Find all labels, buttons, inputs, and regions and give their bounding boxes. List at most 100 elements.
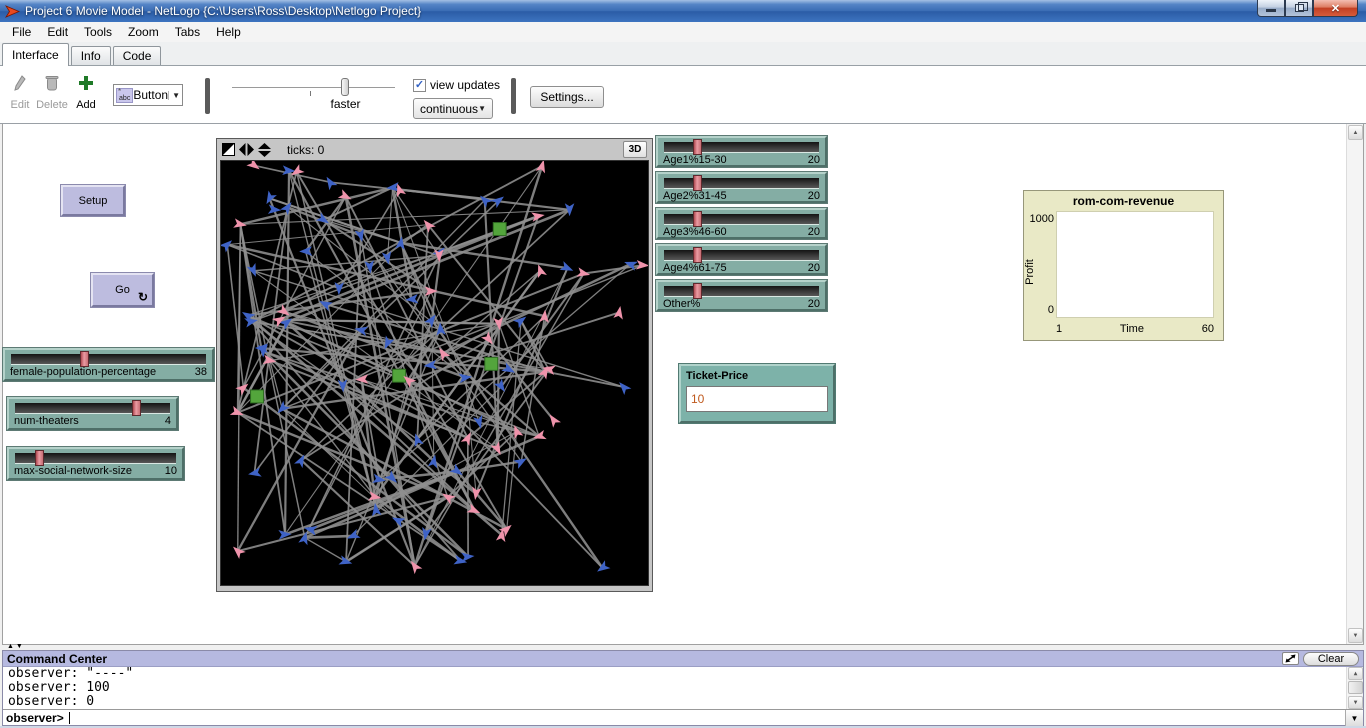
add-tool[interactable]: Add xyxy=(66,74,106,111)
slider-track[interactable] xyxy=(15,453,176,464)
main-vertical-scrollbar[interactable]: ▲ ▼ xyxy=(1346,124,1363,644)
tab-info[interactable]: Info xyxy=(71,46,111,65)
menu-tools[interactable]: Tools xyxy=(76,23,120,41)
slider-age4-61-75[interactable]: Age4%61-75 20 xyxy=(656,244,827,275)
horizontal-arrows-icon[interactable] xyxy=(239,143,254,156)
ticks-counter: ticks: 0 xyxy=(287,143,324,157)
rom-com-revenue-plot: rom-com-revenue 1000 Profit 0 1 Time 60 xyxy=(1023,190,1224,341)
scrollbar-thumb[interactable] xyxy=(1348,681,1363,694)
slider-thumb[interactable] xyxy=(35,450,44,466)
slider-label: Age2%31-45 xyxy=(663,190,727,202)
slider-value: 20 xyxy=(808,262,820,274)
diagonal-arrows-icon xyxy=(1285,654,1296,663)
observer-prompt-label: observer> xyxy=(3,711,67,725)
clear-button-label: Clear xyxy=(1318,653,1344,665)
slider-label: num-theaters xyxy=(14,415,79,427)
slider-track[interactable] xyxy=(664,286,819,297)
slider-age2-31-45[interactable]: Age2%31-45 20 xyxy=(656,172,827,203)
chevron-down-icon: ▼ xyxy=(168,91,180,100)
widget-type-chooser[interactable]: abc Button ▼ xyxy=(113,84,183,106)
slider-value: 10 xyxy=(165,465,177,477)
slider-track[interactable] xyxy=(11,354,206,365)
clear-button[interactable]: Clear xyxy=(1303,652,1359,666)
slider-thumb[interactable] xyxy=(693,211,702,227)
speed-slider-thumb[interactable] xyxy=(341,78,349,96)
slider-track[interactable] xyxy=(664,142,819,153)
scroll-down-button[interactable]: ▼ xyxy=(1348,696,1363,709)
slider-max-social-network-size[interactable]: max-social-network-size 10 xyxy=(7,447,184,480)
slider-label: max-social-network-size xyxy=(14,465,132,477)
slider-value: 38 xyxy=(195,366,207,378)
menu-file[interactable]: File xyxy=(4,23,39,41)
command-center: Command Center Clear observer: "----" ob… xyxy=(2,650,1364,726)
menu-edit[interactable]: Edit xyxy=(39,23,76,41)
settings-button[interactable]: Settings... xyxy=(530,86,604,108)
slider-other-percent[interactable]: Other% 20 xyxy=(656,280,827,311)
slider-num-theaters[interactable]: num-theaters 4 xyxy=(7,397,178,430)
close-button[interactable]: ✕ xyxy=(1313,0,1358,17)
slider-track[interactable] xyxy=(664,214,819,225)
output-scrollbar[interactable]: ▲ ▼ xyxy=(1346,667,1363,709)
update-mode-dropdown[interactable]: continuous ▼ xyxy=(413,98,493,119)
plot-ymax-tick: 1000 xyxy=(1026,213,1054,225)
vertical-arrows-icon[interactable] xyxy=(258,143,271,157)
splitter-arrows-icon[interactable]: ▲▼ xyxy=(7,643,25,650)
slider-value: 4 xyxy=(165,415,171,427)
slider-thumb[interactable] xyxy=(693,247,702,263)
slider-track[interactable] xyxy=(664,250,819,261)
plot-xmin-tick: 1 xyxy=(1056,323,1062,335)
view-3d-button[interactable]: 3D xyxy=(623,141,647,158)
slider-thumb[interactable] xyxy=(132,400,141,416)
menu-zoom[interactable]: Zoom xyxy=(120,23,167,41)
go-button[interactable]: Go ↻ xyxy=(91,273,154,307)
observer-output-line: observer: 0 xyxy=(8,695,1343,709)
view-3d-label: 3D xyxy=(629,144,642,155)
title-bar[interactable]: Project 6 Movie Model - NetLogo {C:\User… xyxy=(0,0,1366,22)
menu-help[interactable]: Help xyxy=(208,23,249,41)
speed-slider-label: faster xyxy=(318,97,373,111)
prompt-context-dropdown[interactable]: ▼ xyxy=(1345,710,1363,726)
scroll-down-button[interactable]: ▼ xyxy=(1348,628,1363,643)
resize-corner-icon[interactable] xyxy=(222,143,235,156)
minimize-button[interactable] xyxy=(1257,0,1285,17)
down-arrow-icon: ▼ xyxy=(1354,696,1358,710)
slider-thumb[interactable] xyxy=(693,139,702,155)
tab-code[interactable]: Code xyxy=(113,46,162,65)
interface-toolbar: Edit Delete Add abc Button ▼ faster ✓ vi… xyxy=(0,66,1366,124)
scroll-up-button[interactable]: ▲ xyxy=(1348,667,1363,680)
world-view-header: ticks: 0 3D xyxy=(220,139,649,160)
slider-track[interactable] xyxy=(15,403,170,414)
setup-button[interactable]: Setup xyxy=(61,185,125,216)
widget-type-value: Button xyxy=(133,88,168,102)
interface-canvas: Setup Go ↻ female-population-percentage … xyxy=(2,124,1364,645)
restore-button[interactable] xyxy=(1285,0,1313,17)
command-center-expand-button[interactable] xyxy=(1282,652,1299,665)
plot-ylabel: Profit xyxy=(1024,252,1036,292)
slider-track[interactable] xyxy=(664,178,819,189)
tab-interface[interactable]: Interface xyxy=(2,43,69,66)
plot-ymin-tick: 0 xyxy=(1026,304,1054,316)
world-view-canvas[interactable] xyxy=(220,160,649,586)
slider-age1-15-30[interactable]: Age1%15-30 20 xyxy=(656,136,827,167)
slider-thumb[interactable] xyxy=(693,175,702,191)
chevron-down-icon: ▼ xyxy=(478,104,486,113)
command-center-output[interactable]: observer: "----" observer: 100 observer:… xyxy=(3,667,1363,709)
add-tool-label: Add xyxy=(66,99,106,111)
slider-thumb[interactable] xyxy=(693,283,702,299)
scroll-up-button[interactable]: ▲ xyxy=(1348,125,1363,140)
pencil-icon xyxy=(12,74,28,92)
slider-age3-46-60[interactable]: Age3%46-60 20 xyxy=(656,208,827,239)
slider-thumb[interactable] xyxy=(80,351,89,367)
slider-value: 20 xyxy=(808,298,820,310)
slider-female-population-percentage[interactable]: female-population-percentage 38 xyxy=(3,348,214,381)
view-updates-checkbox[interactable]: ✓ xyxy=(413,79,426,92)
trash-icon xyxy=(45,74,59,92)
menu-tabs[interactable]: Tabs xyxy=(167,23,208,41)
plus-icon xyxy=(78,74,94,92)
view-updates-control: ✓ view updates xyxy=(413,78,500,92)
command-prompt-row: observer> ▼ xyxy=(3,709,1363,726)
ticket-price-field[interactable] xyxy=(686,386,828,412)
observer-output-line: observer: 100 xyxy=(8,681,1343,695)
window-title: Project 6 Movie Model - NetLogo {C:\User… xyxy=(25,4,421,18)
speed-slider[interactable] xyxy=(232,87,395,88)
